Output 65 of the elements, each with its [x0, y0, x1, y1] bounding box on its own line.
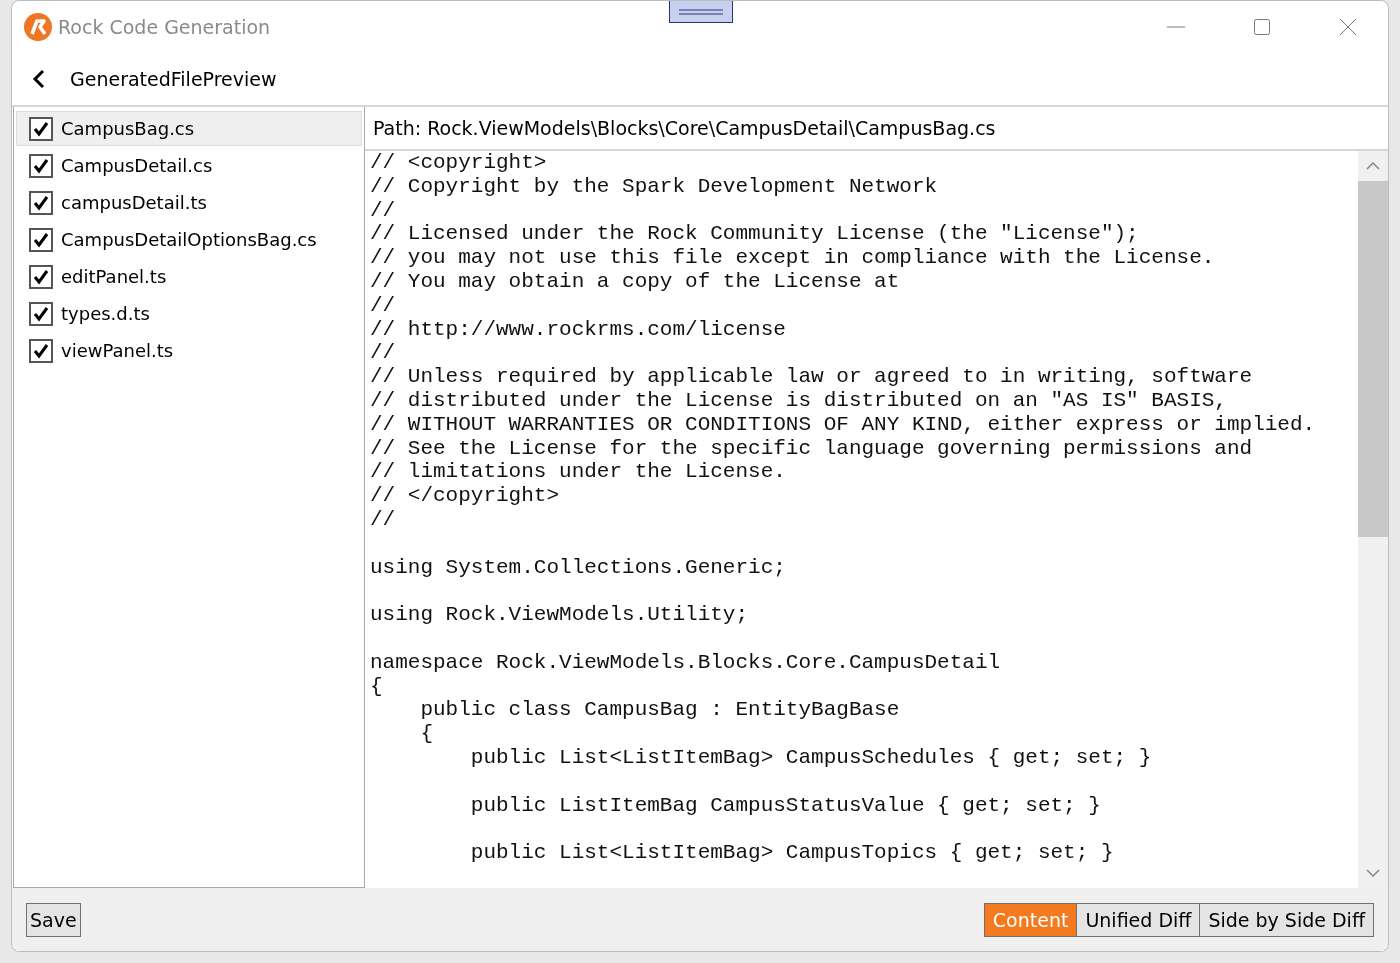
check-icon: [33, 194, 49, 211]
maximize-icon[interactable]: [1254, 19, 1270, 35]
file-item[interactable]: viewPanel.ts: [16, 333, 362, 368]
file-item[interactable]: CampusDetailOptionsBag.cs: [16, 222, 362, 257]
code-line: //: [370, 507, 397, 532]
code-line: // <copyright>: [370, 151, 548, 175]
checkbox[interactable]: [29, 116, 53, 141]
file-name: editPanel.ts: [61, 266, 167, 287]
check-icon: [33, 231, 49, 248]
logo-icon: [24, 13, 52, 41]
code-line: // you may not use this file except in compliance with the License.: [370, 246, 1216, 270]
code-line: // See the License for the specific language governing permissions and: [370, 436, 1254, 461]
file-item[interactable]: types.d.ts: [16, 296, 362, 331]
check-icon: [33, 157, 49, 174]
checkbox[interactable]: [29, 227, 53, 252]
code-line: // Copyright by the Spark Development Network: [370, 174, 939, 199]
code-line: // </copyright>: [370, 484, 561, 508]
checkbox[interactable]: [29, 153, 53, 178]
code-line: {: [419, 722, 434, 746]
code-line: public List<ListItemBag> CampusSchedules { get; set; }: [469, 745, 1153, 770]
code-line: // limitations under the License.: [370, 460, 787, 485]
drag-handle-icon[interactable]: [669, 1, 733, 23]
file-name: CampusDetail.cs: [61, 155, 213, 176]
file-name: viewPanel.ts: [61, 340, 174, 361]
checkbox[interactable]: [29, 190, 53, 215]
check-icon: [33, 120, 49, 137]
code-line: using System.Collections.Generic;: [370, 555, 787, 580]
code-line: // http://www.rockrms.com/license: [370, 317, 787, 342]
save-button[interactable]: Save: [26, 902, 81, 937]
window-title: Rock Code Generation: [58, 16, 272, 38]
checkbox[interactable]: [29, 301, 53, 326]
code-line: {: [370, 674, 384, 699]
file-item[interactable]: campusDetail.ts: [16, 185, 362, 220]
code-line: using Rock.ViewModels.Utility;: [370, 603, 750, 627]
page-title: GeneratedFilePreview: [70, 68, 277, 90]
view-tab[interactable]: Unified Diff: [1076, 903, 1200, 936]
scroll-thumb[interactable]: [1358, 181, 1388, 537]
code-line: // WITHOUT WARRANTIES OR CONDITIONS OF ANY KIND, either express or implied.: [370, 412, 1317, 437]
file-item[interactable]: editPanel.ts: [16, 259, 362, 294]
file-name: CampusBag.cs: [61, 118, 195, 139]
code-line: // Licensed under the Rock Community License (the "License");: [370, 222, 1140, 247]
checkbox[interactable]: [29, 264, 53, 289]
code-line: public ListItemBag CampusStatusValue { get; set; }: [469, 793, 1102, 818]
view-tab[interactable]: Side by Side Diff: [1199, 903, 1373, 936]
close-icon[interactable]: [1340, 19, 1356, 35]
file-path: Path: Rock.ViewModels\Blocks\Core\CampusDetail\CampusBag.cs: [365, 107, 1388, 151]
checkbox[interactable]: [29, 338, 53, 363]
check-icon: [33, 268, 49, 285]
check-icon: [33, 342, 49, 359]
code-line: //: [370, 198, 397, 223]
file-item[interactable]: CampusBag.cs: [16, 111, 362, 146]
code-line: // distributed under the License is distributed on an "AS IS" BASIS,: [370, 388, 1228, 413]
code-line: public List<ListItemBag> CampusTopics { get; set; }: [469, 841, 1115, 865]
code-line: public class CampusBag : EntityBagBase: [419, 698, 901, 723]
file-item[interactable]: CampusDetail.cs: [16, 148, 362, 183]
file-name: campusDetail.ts: [61, 192, 207, 213]
code-line: // You may obtain a copy of the License at: [370, 270, 901, 294]
scrollbar[interactable]: [1358, 151, 1388, 888]
code-line: // Unless required by applicable law or agreed to in writing, software: [370, 365, 1254, 389]
file-name: types.d.ts: [61, 303, 150, 324]
check-icon: [33, 305, 49, 322]
code-line: //: [370, 341, 397, 366]
code-line: namespace Rock.ViewModels.Blocks.Core.CampusDetail: [370, 650, 1002, 675]
file-name: CampusDetailOptionsBag.cs: [61, 229, 317, 250]
code-line: //: [370, 293, 397, 318]
